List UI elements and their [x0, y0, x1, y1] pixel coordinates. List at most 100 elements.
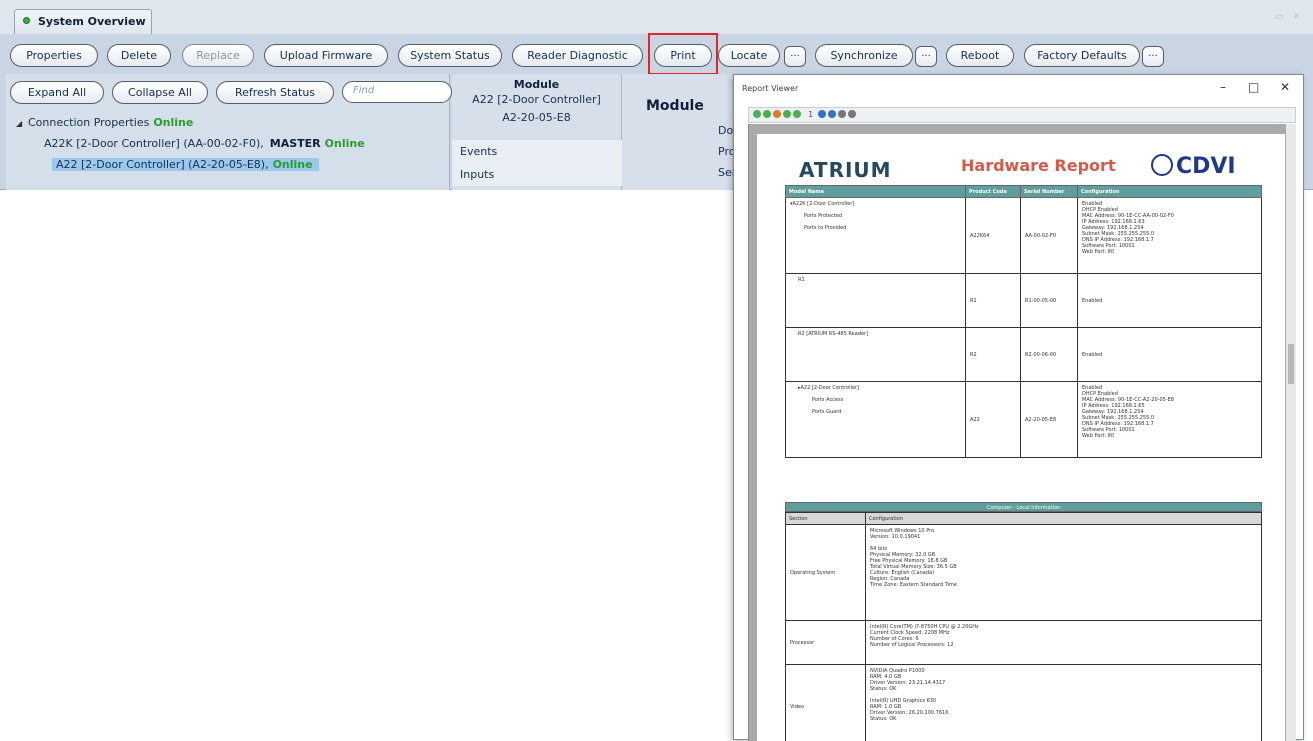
- collapse-all-button[interactable]: Collapse All: [112, 81, 208, 104]
- zoom-icon[interactable]: [848, 110, 856, 118]
- table-row: Video NVIDIA Quadro P1000 RAM: 4.0 GB Dr…: [786, 665, 1262, 741]
- tab-bar: System Overview ▭ ✕: [0, 0, 1313, 34]
- model-cell: ▾A22K [2-Door Controller] Ports Protecte…: [786, 198, 966, 274]
- details-title: Module: [646, 98, 704, 114]
- section-cell: Processor: [786, 621, 866, 665]
- maximize-icon[interactable]: □: [1248, 80, 1259, 94]
- close-icon[interactable]: ✕: [1280, 80, 1290, 94]
- factory-defaults-button[interactable]: Factory Defaults: [1024, 44, 1140, 67]
- cdvi-logo: CDVI: [1151, 154, 1236, 179]
- column-header: Section: [786, 513, 866, 525]
- report-canvas[interactable]: ATRIUM Hardware Report CDVI Model Name P…: [748, 124, 1296, 741]
- module-nav-item-events[interactable]: Events: [452, 140, 622, 163]
- export-icon[interactable]: [828, 110, 836, 118]
- configuration-cell: Enabled DHCP Enabled MAC Address: 90-1E-…: [1078, 382, 1262, 458]
- window-controls: ▭ ✕: [1275, 12, 1303, 22]
- upload-firmware-button[interactable]: Upload Firmware: [264, 44, 388, 67]
- product-code-cell: R2: [966, 328, 1021, 382]
- cell-line: Ports Access: [790, 397, 961, 403]
- details-label: Do: [718, 124, 733, 137]
- hardware-table-header: Model Name Product Code Serial Number Co…: [786, 186, 1262, 198]
- cell-line: Ports Protected: [790, 213, 961, 219]
- tree-root-label: Connection Properties: [28, 116, 149, 129]
- expand-all-button[interactable]: Expand All: [10, 81, 104, 104]
- device-tree: ◢Connection Properties Online A22K [2-Doo…: [16, 112, 446, 175]
- cell-line: Ports Guard: [790, 409, 961, 415]
- tree-item-connection-properties[interactable]: ◢Connection Properties Online: [16, 112, 446, 133]
- master-badge: MASTER: [270, 137, 321, 150]
- last-page-icon[interactable]: [793, 110, 801, 118]
- tab-label: System Overview: [38, 15, 146, 28]
- cell-line: Number of Logical Processors: 12: [870, 642, 1257, 648]
- atrium-logo: ATRIUM: [799, 158, 892, 182]
- reader-diagnostic-button[interactable]: Reader Diagnostic: [512, 44, 643, 67]
- synchronize-button[interactable]: Synchronize: [815, 44, 913, 67]
- refresh-status-button[interactable]: Refresh Status: [216, 81, 334, 104]
- computer-info-table: Section Configuration Operating System M…: [785, 512, 1262, 741]
- print-report-icon[interactable]: [818, 110, 826, 118]
- tree-item-label: A22 [2-Door Controller] (A2-20-05-E8),: [56, 158, 269, 171]
- status-online: Online: [273, 158, 313, 171]
- page-indicator[interactable]: 1: [808, 110, 813, 119]
- properties-button[interactable]: Properties: [10, 44, 98, 67]
- configuration-cell: Microsoft Windows 10 Pro Version: 10.0.1…: [866, 525, 1262, 621]
- report-page: ATRIUM Hardware Report CDVI Model Name P…: [757, 134, 1285, 741]
- module-address: A2-20-05-E8: [452, 109, 621, 127]
- status-online: Online: [325, 137, 365, 150]
- scroll-thumb[interactable]: [1288, 344, 1294, 384]
- next-page-icon[interactable]: [783, 110, 791, 118]
- reboot-button[interactable]: Reboot: [946, 44, 1014, 67]
- locate-button[interactable]: Locate: [718, 44, 780, 67]
- system-status-button[interactable]: System Status: [398, 44, 502, 67]
- table-row: R1 R1 R1-00-05-00 Enabled: [786, 274, 1262, 328]
- minimize-icon[interactable]: –: [1220, 80, 1226, 94]
- locate-more-button[interactable]: ...: [784, 46, 806, 67]
- configuration-cell: Intel(R) Core(TM) i7-8750H CPU @ 2.20GHz…: [866, 621, 1262, 665]
- configuration-cell: Enabled: [1078, 274, 1262, 328]
- cell-line: Web Port: 80: [1082, 433, 1257, 439]
- report-toolbar: 1: [748, 107, 1296, 123]
- synchronize-more-button[interactable]: ...: [915, 46, 937, 67]
- tab-system-overview[interactable]: System Overview: [14, 9, 152, 34]
- table-row: Operating System Microsoft Windows 10 Pr…: [786, 525, 1262, 621]
- module-nav-item-inputs[interactable]: Inputs: [452, 163, 622, 186]
- delete-button[interactable]: Delete: [107, 44, 171, 67]
- model-cell: R1: [786, 274, 966, 328]
- cell-line: ▾A22K [2-Door Controller]: [790, 201, 961, 207]
- module-details-pane: Module Do Pro Ser: [622, 74, 732, 190]
- tree-item-a22k[interactable]: A22K [2-Door Controller] (AA-00-02-F0), M…: [16, 133, 446, 154]
- product-code-cell: R1: [966, 274, 1021, 328]
- serial-number-cell: A2-20-05-E8: [1021, 382, 1078, 458]
- product-code-cell: A22: [966, 382, 1021, 458]
- module-navigation: Module A22 [2-Door Controller] A2-20-05-…: [452, 74, 622, 190]
- report-viewer-titlebar: Report Viewer – □ ✕: [734, 75, 1303, 103]
- report-scrollbar[interactable]: [1286, 124, 1296, 741]
- serial-number-cell: R2-00-06-00: [1021, 328, 1078, 382]
- first-page-icon[interactable]: [753, 110, 761, 118]
- table-row: Processor Intel(R) Core(TM) i7-8750H CPU…: [786, 621, 1262, 665]
- collapse-arrow-icon[interactable]: ◢: [16, 113, 28, 134]
- status-online: Online: [153, 116, 193, 129]
- table-row: ▾A22K [2-Door Controller] Ports Protecte…: [786, 198, 1262, 274]
- serial-number-cell: AA-00-02-F0: [1021, 198, 1078, 274]
- report-viewer-window: Report Viewer – □ ✕ 1 ATRIUM Hardware Re…: [733, 74, 1304, 740]
- cell-line: ▸A22 [2-Door Controller]: [790, 385, 961, 391]
- tree-item-a22[interactable]: A22 [2-Door Controller] (A2-20-05-E8), On…: [16, 154, 446, 175]
- selected-row[interactable]: A22 [2-Door Controller] (A2-20-05-E8), On…: [52, 158, 319, 171]
- cell-line: Web Port: 80: [1082, 249, 1257, 255]
- report-title: Hardware Report: [961, 156, 1116, 175]
- page-setup-icon[interactable]: [838, 110, 846, 118]
- find-input[interactable]: Find: [342, 81, 452, 103]
- column-header: Model Name: [786, 186, 966, 198]
- hardware-table: Model Name Product Code Serial Number Co…: [785, 185, 1262, 458]
- factory-defaults-more-button[interactable]: ...: [1142, 46, 1164, 67]
- configuration-cell: Enabled DHCP Enabled MAC Address: 90-1E-…: [1078, 198, 1262, 274]
- column-header: Product Code: [966, 186, 1021, 198]
- tree-item-label: A22K [2-Door Controller] (AA-00-02-F0),: [44, 137, 264, 150]
- replace-button[interactable]: Replace: [182, 44, 254, 67]
- stop-icon[interactable]: [773, 110, 781, 118]
- column-header: Configuration: [866, 513, 1262, 525]
- cell-line: Ports to Provided: [790, 225, 961, 231]
- previous-page-icon[interactable]: [763, 110, 771, 118]
- module-section-list: Events Inputs: [452, 140, 622, 186]
